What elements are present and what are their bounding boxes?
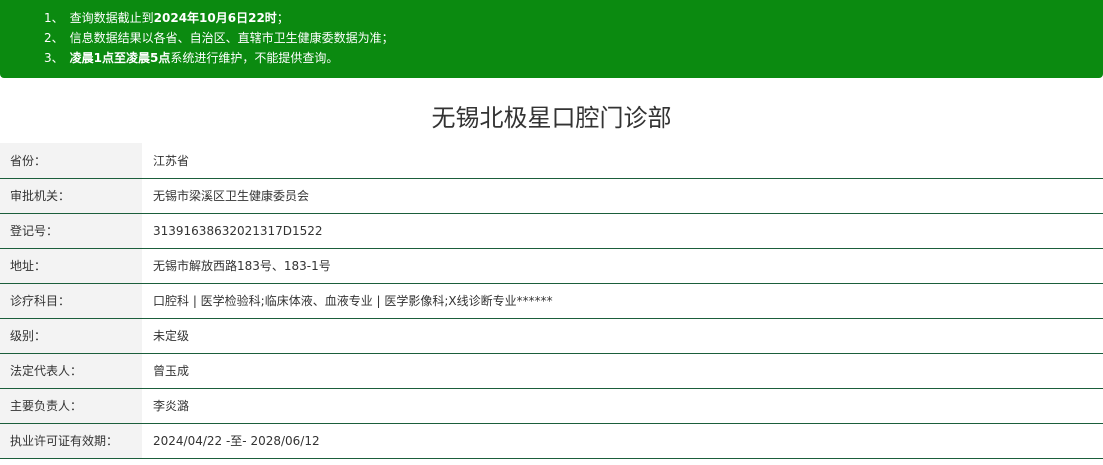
row-value: 口腔科 | 医学检验科;临床体液、血液专业 | 医学影像科;X线诊断专业****… bbox=[153, 294, 553, 308]
row-value: 无锡市解放西路183号、183-1号 bbox=[153, 259, 331, 273]
notice-maintenance-window: 凌晨1点至凌晨5点 bbox=[69, 51, 171, 65]
row-value: 未定级 bbox=[153, 329, 190, 343]
notice-text: ； bbox=[276, 11, 289, 25]
row-label: 级别： bbox=[0, 318, 142, 353]
row-label: 诊疗科目： bbox=[0, 283, 142, 318]
row-label: 审批机关： bbox=[0, 178, 142, 213]
notice-line-2: 2、 信息数据结果以各省、自治区、直辖市卫生健康委数据为准； bbox=[44, 28, 1103, 48]
institution-info-table: 省份： 江苏省 审批机关： 无锡市梁溪区卫生健康委员会 登记号： 3139163… bbox=[0, 143, 1103, 459]
table-row-legal-representative: 法定代表人： 曾玉成 bbox=[0, 353, 1103, 388]
row-label: 法定代表人： bbox=[0, 353, 142, 388]
notice-text: 查询数据截止到 bbox=[69, 11, 154, 25]
table-row-license-validity: 执业许可证有效期： 2024/04/22 -至- 2028/06/12 bbox=[0, 423, 1103, 458]
notice-number: 2、 bbox=[44, 31, 64, 45]
table-row-province: 省份： 江苏省 bbox=[0, 143, 1103, 178]
table-row-registration-number: 登记号： 31391638632021317D1522 bbox=[0, 213, 1103, 248]
row-value: 2024/04/22 -至- 2028/06/12 bbox=[153, 434, 320, 448]
notice-text: 信息数据结果以各省、自治区、直辖市卫生健康委数据为准； bbox=[69, 31, 394, 45]
table-row-departments: 诊疗科目： 口腔科 | 医学检验科;临床体液、血液专业 | 医学影像科;X线诊断… bbox=[0, 283, 1103, 318]
row-label: 登记号： bbox=[0, 213, 142, 248]
notice-text: 系统进行维护，不能提供查询。 bbox=[170, 51, 339, 65]
notice-cutoff-time: 2024年10月6日22时 bbox=[153, 11, 277, 25]
row-value: 江苏省 bbox=[153, 153, 190, 168]
row-label: 省份： bbox=[0, 143, 142, 178]
table-row-level: 级别： 未定级 bbox=[0, 318, 1103, 353]
table-row-approval-authority: 审批机关： 无锡市梁溪区卫生健康委员会 bbox=[0, 178, 1103, 213]
row-value: 曾玉成 bbox=[153, 364, 190, 378]
row-value: 李炎潞 bbox=[153, 399, 190, 413]
notice-number: 3、 bbox=[44, 51, 64, 65]
row-label: 地址： bbox=[0, 248, 142, 283]
notice-line-1: 1、 查询数据截止到2024年10月6日22时； bbox=[44, 8, 1103, 28]
row-value: 无锡市梁溪区卫生健康委员会 bbox=[153, 189, 310, 203]
row-label: 执业许可证有效期： bbox=[0, 423, 142, 458]
table-row-principal: 主要负责人： 李炎潞 bbox=[0, 388, 1103, 423]
notice-number: 1、 bbox=[44, 11, 64, 25]
notice-line-3: 3、 凌晨1点至凌晨5点系统进行维护，不能提供查询。 bbox=[44, 48, 1103, 68]
table-row-address: 地址： 无锡市解放西路183号、183-1号 bbox=[0, 248, 1103, 283]
row-value: 31391638632021317D1522 bbox=[153, 223, 323, 238]
page-title: 无锡北极星口腔门诊部 bbox=[431, 104, 672, 132]
notice-banner: 1、 查询数据截止到2024年10月6日22时； 2、 信息数据结果以各省、自治区、… bbox=[0, 0, 1103, 78]
row-label: 主要负责人： bbox=[0, 388, 142, 423]
